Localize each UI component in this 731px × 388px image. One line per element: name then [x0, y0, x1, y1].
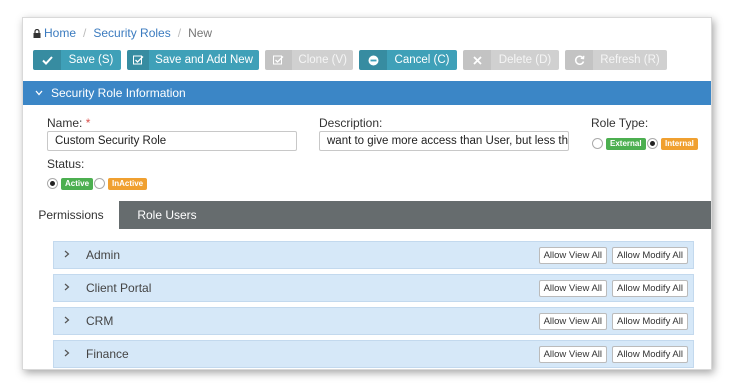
permission-group-name: Finance [86, 347, 129, 361]
role-type-internal-radio[interactable] [647, 138, 658, 149]
breadcrumb-separator: / [83, 26, 87, 40]
tab-permissions[interactable]: Permissions [23, 201, 119, 229]
clone-button-label: Clone (V) [298, 54, 347, 66]
breadcrumb: Home / Security Roles / New [33, 26, 212, 40]
description-label: Description: [319, 116, 383, 130]
permission-group-row[interactable]: Finance Allow View All Allow Modify All [53, 340, 694, 368]
allow-view-all-button[interactable]: Allow View All [538, 345, 607, 363]
status-inactive-badge: InActive [108, 178, 148, 190]
refresh-button[interactable]: Refresh (R) [565, 50, 667, 70]
name-label: Name: * [47, 116, 91, 130]
status-active-radio[interactable] [47, 178, 58, 189]
permission-group-row[interactable]: Client Portal Allow View All Allow Modif… [53, 274, 694, 302]
allow-modify-all-button[interactable]: Allow Modify All [612, 246, 688, 264]
status-active-badge: Active [61, 178, 94, 190]
refresh-icon [565, 50, 593, 70]
chevron-right-icon [64, 349, 76, 360]
name-input[interactable]: Custom Security Role [47, 131, 297, 151]
lock-icon [33, 28, 41, 38]
edit-check-icon [265, 50, 293, 70]
description-input[interactable]: want to give more access than User, but … [319, 131, 569, 151]
status-label: Status: [47, 157, 85, 171]
security-role-info-header[interactable]: Security Role Information [23, 81, 711, 105]
allow-modify-all-button[interactable]: Allow Modify All [612, 345, 688, 363]
allow-modify-all-button[interactable]: Allow Modify All [612, 279, 688, 297]
role-type-external-badge: External [606, 138, 646, 150]
edit-check-icon [127, 50, 150, 70]
permission-group-name: Admin [86, 248, 121, 262]
breadcrumb-separator: / [177, 26, 182, 40]
breadcrumb-current: New [188, 26, 213, 40]
permission-group-row[interactable]: CRM Allow View All Allow Modify All [53, 307, 694, 335]
breadcrumb-home-link[interactable]: Home [44, 26, 76, 40]
allow-view-all-button[interactable]: Allow View All [538, 312, 607, 330]
cancel-button-label: Cancel (C) [394, 54, 450, 66]
checkmark-icon [33, 50, 61, 70]
save-and-add-new-button[interactable]: Save and Add New [127, 50, 259, 70]
clone-button[interactable]: Clone (V) [265, 50, 353, 70]
permission-group-row[interactable]: Admin Allow View All Allow Modify All [53, 241, 694, 269]
refresh-button-label: Refresh (R) [600, 54, 660, 66]
status-inactive-radio[interactable] [94, 178, 105, 189]
chevron-right-icon [64, 316, 76, 327]
close-icon [463, 50, 491, 70]
allow-modify-all-button[interactable]: Allow Modify All [612, 312, 688, 330]
delete-button-label: Delete (D) [498, 54, 552, 66]
role-type-external-radio[interactable] [592, 138, 603, 149]
minus-circle-icon [359, 50, 387, 70]
allow-view-all-button[interactable]: Allow View All [538, 246, 607, 264]
tab-bar: Permissions Role Users [23, 201, 711, 229]
allow-view-all-button[interactable]: Allow View All [538, 279, 607, 297]
breadcrumb-security-roles-link[interactable]: Security Roles [93, 26, 170, 40]
permission-group-name: Client Portal [86, 281, 152, 295]
save-button[interactable]: Save (S) [33, 50, 121, 70]
permission-group-name: CRM [86, 314, 114, 328]
chevron-right-icon [64, 283, 76, 294]
delete-button[interactable]: Delete (D) [463, 50, 559, 70]
required-mark: * [85, 116, 91, 130]
chevron-down-icon [35, 88, 43, 99]
save-button-label: Save (S) [68, 54, 114, 66]
app-window: Home / Security Roles / New Save (S) Sav… [22, 17, 712, 370]
role-type-label: Role Type: [591, 116, 649, 130]
chevron-right-icon [64, 250, 76, 261]
role-type-internal-badge: Internal [661, 138, 698, 150]
tab-role-users[interactable]: Role Users [119, 201, 215, 229]
toolbar: Save (S) Save and Add New Clone (V) Canc… [33, 50, 667, 70]
section-title: Security Role Information [51, 86, 186, 100]
save-and-add-new-label: Save and Add New [155, 54, 253, 66]
cancel-button[interactable]: Cancel (C) [359, 50, 457, 70]
